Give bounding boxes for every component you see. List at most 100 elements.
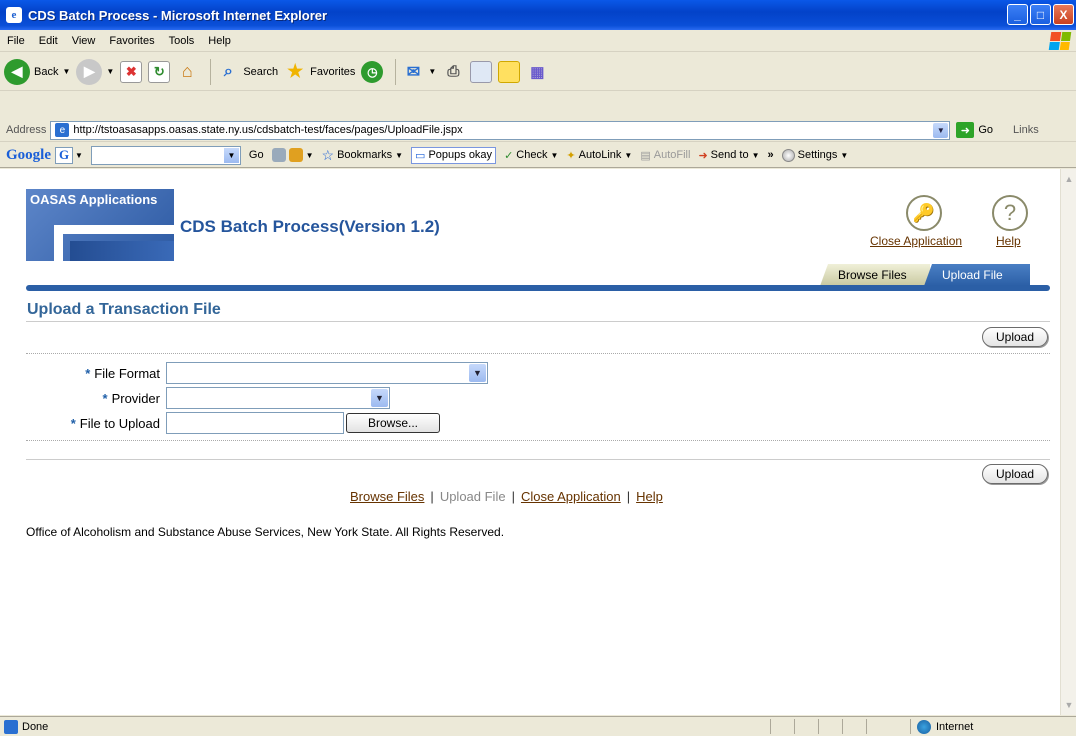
google-toolbar: Google G ▼ ▼ Go ▼ ☆ Bookmarks ▼ ▭ Popups … (0, 143, 1076, 168)
window-titlebar[interactable]: e CDS Batch Process - Microsoft Internet… (0, 0, 1076, 30)
provider-row: * Provider ▼ (26, 387, 390, 409)
chevron-down-icon: ▼ (371, 389, 388, 407)
chevron-down-icon: ▼ (469, 364, 486, 382)
news-icon (288, 148, 303, 162)
address-input[interactable]: e http://tstoasasapps.oasas.state.ny.us/… (50, 120, 951, 140)
print-icon: ⎙ (447, 63, 460, 80)
file-format-row: * File Format ▼ (26, 362, 488, 384)
google-menu-button[interactable]: G (55, 146, 73, 164)
tab-upload-file[interactable]: Upload File (924, 264, 1030, 286)
send-to-button[interactable]: ➜ Send to ▼ (698, 149, 759, 162)
file-format-select[interactable]: ▼ (166, 362, 488, 384)
back-button[interactable]: ◀ Back ▼ (4, 58, 70, 85)
address-bar: Address e http://tstoasasapps.oasas.stat… (0, 119, 1076, 142)
google-go-button[interactable]: Go (249, 149, 264, 161)
page-done-icon (4, 719, 18, 734)
back-arrow-icon: ◀ (4, 58, 30, 85)
send-to-icon: ➜ (698, 149, 708, 162)
required-marker: * (70, 415, 76, 431)
google-menu-dropdown-icon[interactable]: ▼ (75, 151, 83, 160)
oasas-brand-logo: OASAS Applications (26, 189, 174, 261)
mail-icon: ✉ (406, 63, 421, 81)
help-link[interactable]: Help (996, 234, 1021, 248)
scroll-down-icon[interactable]: ▼ (1062, 697, 1076, 713)
provider-select[interactable]: ▼ (166, 387, 390, 409)
autolink-wand-icon: ✦ (566, 149, 576, 162)
google-extra-icons[interactable]: ▼ (271, 148, 314, 162)
file-format-label: File Format (94, 365, 160, 381)
scroll-up-icon[interactable]: ▲ (1062, 171, 1076, 187)
forward-dropdown-icon[interactable]: ▼ (106, 67, 114, 76)
help-icon[interactable]: ? (992, 195, 1028, 231)
refresh-button[interactable]: ↻ (148, 60, 171, 83)
internet-globe-icon (917, 719, 931, 734)
maximize-button[interactable]: □ (1030, 4, 1051, 25)
back-label: Back (34, 65, 59, 78)
minimize-button[interactable]: _ (1007, 4, 1028, 25)
search-label: Search (243, 65, 279, 78)
footer-link-browse-files[interactable]: Browse Files (350, 489, 424, 504)
research-button[interactable]: ▦ (526, 61, 548, 83)
google-search-input[interactable]: ▼ (90, 145, 241, 165)
close-window-button[interactable]: X (1053, 4, 1074, 25)
sticky-note-icon (498, 60, 521, 83)
file-to-upload-input[interactable] (166, 412, 344, 434)
mail-dropdown-icon[interactable]: ▼ (428, 67, 436, 76)
back-dropdown-icon[interactable]: ▼ (62, 67, 70, 76)
browse-button[interactable]: Browse... (346, 413, 440, 433)
search-button[interactable]: ⌕ Search (217, 61, 278, 83)
search-icon: ⌕ (223, 62, 233, 80)
popup-icon: ▭ (415, 149, 426, 162)
security-zone[interactable]: Internet (910, 719, 973, 734)
autofill-button[interactable]: ▤ AutoFill (640, 149, 690, 162)
edit-button[interactable] (470, 60, 493, 83)
tab-browse-files[interactable]: Browse Files (820, 264, 930, 286)
vertical-scrollbar[interactable]: ▲ ▼ (1060, 169, 1076, 715)
more-chevron-button[interactable]: » (768, 149, 774, 161)
pagerank-icon (271, 148, 286, 162)
windows-logo-icon (1048, 32, 1072, 50)
close-application-link[interactable]: Close Application (870, 234, 962, 248)
page-title: Upload a Transaction File (27, 301, 221, 318)
close-application-icon[interactable]: 🔑 (906, 195, 942, 231)
favorites-button[interactable]: ★ Favorites (284, 61, 355, 83)
autolink-button[interactable]: ✦ AutoLink ▼ (566, 149, 632, 162)
forward-button[interactable]: ▶ ▼ (76, 58, 114, 85)
bookmarks-button[interactable]: ☆ Bookmarks ▼ (322, 147, 404, 164)
menu-view[interactable]: View (65, 35, 103, 47)
zone-label: Internet (936, 720, 974, 733)
status-bar: Done Internet (0, 716, 1076, 736)
settings-button[interactable]: Settings ▼ (781, 148, 848, 162)
print-button[interactable]: ⎙ (442, 61, 464, 83)
menu-favorites[interactable]: Favorites (102, 35, 161, 47)
address-dropdown-icon[interactable]: ▼ (933, 122, 949, 138)
go-button[interactable]: ➜ Go (956, 122, 993, 138)
menu-file[interactable]: File (0, 35, 32, 47)
address-url: http://tstoasasapps.oasas.state.ny.us/cd… (73, 124, 463, 136)
mail-button[interactable]: ✉ ▼ (402, 61, 437, 83)
stop-icon: ✖ (120, 60, 143, 83)
spell-check-button[interactable]: ✓ Check ▼ (504, 149, 558, 162)
footer-link-upload-file: Upload File (439, 489, 506, 504)
browser-toolbar: ◀ Back ▼ ▶ ▼ ✖ ↻ ⌂ ⌕ Search ★ Favorites … (0, 53, 1076, 91)
notes-button[interactable] (498, 60, 521, 83)
upload-button-bottom[interactable]: Upload (982, 464, 1048, 484)
footer-link-close-application[interactable]: Close Application (521, 489, 621, 504)
popup-blocker-button[interactable]: ▭ Popups okay (411, 146, 497, 164)
menu-tools[interactable]: Tools (162, 35, 202, 47)
tab-bar-line (26, 285, 1050, 291)
upload-button-top[interactable]: Upload (982, 327, 1048, 347)
home-button[interactable]: ⌂ (176, 61, 198, 83)
provider-label: Provider (111, 390, 160, 406)
research-icon: ▦ (530, 63, 545, 81)
go-arrow-icon: ➜ (956, 122, 975, 138)
menu-edit[interactable]: Edit (32, 35, 65, 47)
history-button[interactable]: ◷ (361, 60, 384, 83)
links-button[interactable]: Links (1013, 124, 1039, 136)
stop-button[interactable]: ✖ (120, 60, 143, 83)
app-title: CDS Batch Process(Version 1.2) (180, 217, 440, 236)
footer-link-help[interactable]: Help (636, 489, 663, 504)
autofill-icon: ▤ (640, 149, 651, 162)
google-search-dropdown-icon[interactable]: ▼ (223, 147, 239, 163)
menu-help[interactable]: Help (201, 35, 238, 47)
